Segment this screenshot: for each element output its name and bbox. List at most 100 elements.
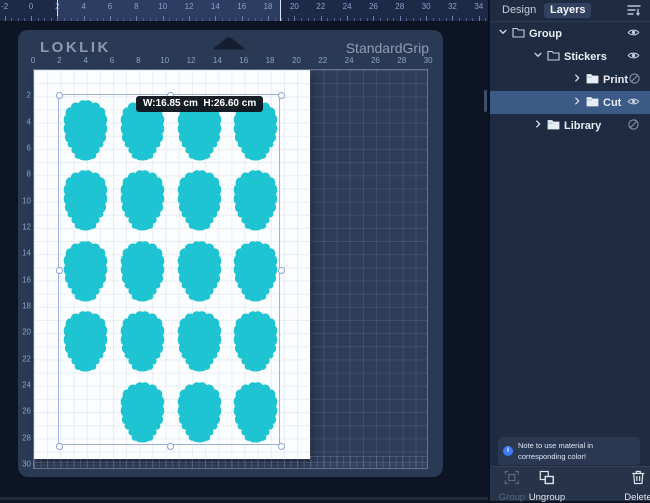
ruler-tick	[116, 18, 118, 21]
ungroup-button[interactable]: Ungroup	[529, 470, 565, 503]
ruler-label: 30	[421, 2, 431, 11]
ruler-tick	[327, 18, 329, 21]
ruler-tick	[228, 18, 230, 21]
ruler-tick	[485, 18, 487, 21]
ruler-tick	[320, 16, 322, 21]
mat-ruler-label: 4	[26, 117, 31, 127]
ruler-tick	[426, 16, 428, 21]
chevron-right-icon[interactable]	[533, 119, 543, 132]
layer-row-print[interactable]: Print	[490, 68, 650, 91]
ruler-label: 8	[134, 2, 139, 11]
folder-icon	[512, 27, 525, 41]
mat-ruler-label: 28	[22, 433, 31, 443]
ruler-tick	[399, 16, 401, 21]
ruler-label: 22	[316, 2, 326, 11]
group-button-label: Group	[498, 492, 526, 503]
visibility-icon[interactable]	[627, 26, 640, 42]
ruler-tick	[465, 18, 467, 21]
ruler-tick	[294, 16, 296, 21]
chevron-right-icon[interactable]	[572, 73, 582, 86]
ruler-tick	[208, 18, 210, 21]
info-icon: i	[503, 446, 513, 456]
selection-handle[interactable]	[277, 442, 285, 450]
layer-row-cut[interactable]: Cut	[490, 91, 650, 114]
mat-ruler-label: 8	[26, 169, 31, 179]
mat-ruler-label: 18	[265, 56, 275, 65]
panel-scrollbar-thumb[interactable]	[484, 90, 487, 112]
tab-design[interactable]: Design	[502, 3, 536, 18]
cutting-mat-panel: LOKLIK StandardGrip 0 2 4 6 8 10 12 14 16 18 20 22 2…	[18, 30, 443, 477]
ungroup-button-label: Ungroup	[528, 492, 566, 503]
material-note: i Note to use material in corresponding …	[498, 437, 640, 465]
ruler-tick	[129, 18, 131, 21]
ruler-label: 2	[55, 2, 60, 11]
ruler-tick	[478, 16, 480, 21]
layer-label: Stickers	[564, 50, 607, 63]
selection-handle[interactable]	[55, 442, 63, 450]
layer-order-icon[interactable]	[627, 4, 641, 17]
selection-handle[interactable]	[277, 267, 285, 274]
ruler-tick	[110, 16, 112, 21]
selection-handle[interactable]	[55, 267, 63, 274]
selection-handle[interactable]	[55, 91, 63, 99]
layer-row-library[interactable]: Library	[490, 114, 650, 137]
ruler-tick	[182, 18, 184, 21]
material-note-text: Note to use material in corresponding co…	[518, 441, 594, 461]
ruler-tick	[175, 18, 177, 21]
layer-row-group[interactable]: Group	[490, 22, 650, 45]
mat-ruler-label: 10	[160, 56, 170, 65]
ruler-tick	[215, 16, 217, 21]
ruler-label: 10	[158, 2, 168, 11]
folder-icon	[586, 96, 599, 110]
ruler-tick	[162, 16, 164, 21]
ruler-tick	[261, 18, 263, 21]
ruler-tick	[77, 18, 79, 21]
ruler-label: -2	[1, 2, 9, 11]
chevron-right-icon[interactable]	[572, 96, 582, 109]
ruler-tick	[340, 18, 342, 21]
delete-button[interactable]: Delete	[624, 470, 650, 503]
folder-icon	[586, 73, 599, 87]
ruler-tick	[366, 18, 368, 21]
ruler-tick	[452, 16, 454, 21]
visibility-off-icon[interactable]	[627, 118, 640, 134]
mat-ruler-label: 22	[22, 354, 31, 364]
mat-ruler-label: 24	[344, 56, 354, 65]
selection-handle[interactable]	[166, 442, 174, 450]
folder-icon	[547, 50, 560, 64]
app-window: -2 0 2 4 6 8 10 12 14 16 18 20 22 24 26 28 30 32 34 LOKLIK…	[0, 0, 650, 503]
selection-handle[interactable]	[277, 91, 285, 99]
mat-ruler-label: 10	[22, 196, 31, 206]
ungroup-icon	[539, 470, 555, 490]
ruler-tick	[333, 18, 335, 21]
ruler-tick	[96, 18, 98, 21]
visibility-off-icon[interactable]	[628, 72, 641, 88]
chevron-down-icon[interactable]	[533, 50, 543, 63]
chevron-down-icon[interactable]	[498, 27, 508, 40]
ruler-label: 24	[342, 2, 352, 11]
selection-bounding-box[interactable]	[55, 91, 285, 450]
ruler-label: 4	[81, 2, 86, 11]
ruler-tick	[90, 18, 92, 21]
ruler-label: 14	[210, 2, 220, 11]
mat-vertical-ruler: 2 4 6 8 10 12 14 16 18 20 22 24 26 28 30	[18, 69, 32, 469]
layer-label: Group	[529, 27, 562, 40]
visibility-icon[interactable]	[627, 95, 640, 111]
mat-ruler-label: 16	[22, 275, 31, 285]
ruler-tick	[419, 18, 421, 21]
layer-label: Print	[603, 73, 629, 86]
mat-ruler-label: 14	[212, 56, 222, 65]
mat-ruler-label: 26	[22, 406, 31, 416]
mat-grid-area[interactable]	[33, 69, 428, 469]
ruler-tick	[445, 18, 447, 21]
mat-ruler-label: 30	[423, 56, 433, 65]
ruler-tick	[142, 18, 144, 21]
layer-row-stickers[interactable]: Stickers	[490, 45, 650, 68]
tab-layers[interactable]: Layers	[544, 3, 592, 18]
group-button[interactable]: Group	[499, 470, 525, 503]
ruler-tick	[412, 18, 414, 21]
ruler-tick	[156, 18, 158, 21]
mat-ruler-label: 4	[83, 56, 88, 65]
ruler-tick	[24, 18, 26, 21]
visibility-icon[interactable]	[627, 49, 640, 65]
